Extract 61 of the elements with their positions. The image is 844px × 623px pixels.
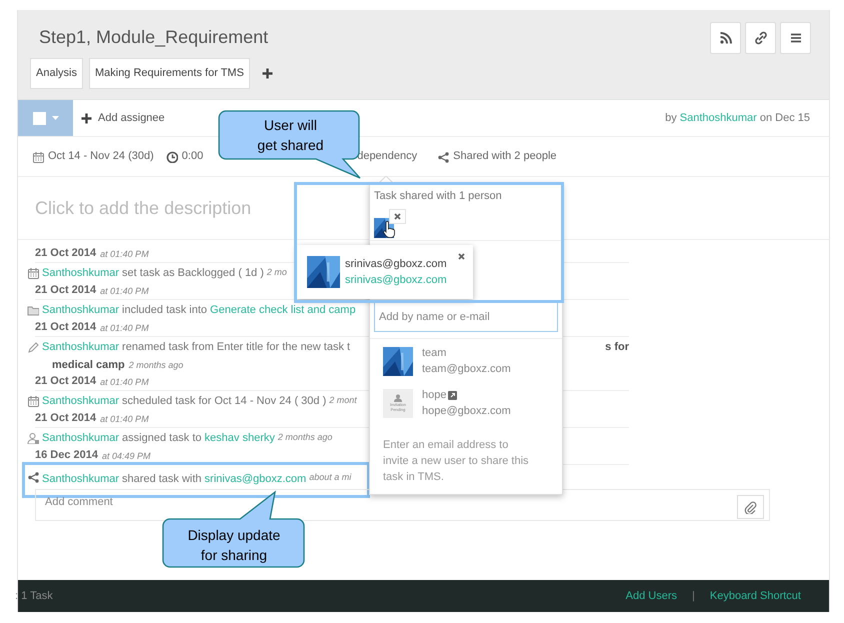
date-range-button[interactable]: Oct 14 - Nov 24 (30d) [32,148,154,165]
activity-link[interactable]: keshav sherky [204,430,275,446]
user-link[interactable]: Santhoshkumar [42,338,120,356]
suggestion-name: hope [422,388,446,403]
dependency-button[interactable]: dependency [357,148,418,165]
suggestion-name: team [422,346,446,361]
author-link[interactable]: Santhoshkumar [680,110,757,126]
tag[interactable]: Analysis [30,58,83,88]
user-link[interactable]: Santhoshkumar [42,392,120,410]
add-assignee-button[interactable]: Add assignee [81,110,165,126]
activity-link[interactable]: srinivas@gboxz.com [204,471,306,488]
activity-time: at 01:40 PM [100,322,149,334]
user-link[interactable]: Santhoshkumar [42,302,120,318]
activity-time: at 04:49 PM [102,450,151,462]
activity-text: renamed task from Enter title for the new task t [122,340,350,355]
description-field[interactable]: Click to add the description [35,194,252,222]
relative-time: about a mi [309,471,352,484]
tag[interactable]: Making Requirements for TMS [88,58,250,88]
invite-hint: Enter an email address to invite a new user to share this task in TMS. [382,438,530,485]
suggestion-email: team@gboxz.com [422,362,511,377]
activity-date: 21 Oct 2014 [35,374,96,388]
date-text: on Dec 15 [760,110,810,126]
share-heading: Task shared with 1 person [374,189,503,204]
relative-time: 2 months ago [278,431,332,444]
user-link[interactable]: Santhoshkumar [42,471,120,488]
activity-time: at 01:40 PM [100,248,149,260]
search-field[interactable]: Add by name or e-mail [374,301,558,332]
relative-time: 2 months ago [128,358,184,372]
activity-time: at 01:40 PM [100,284,149,298]
activity-date: 21 Oct 2014 [35,320,96,334]
activity-date: 21 Oct 2014 [35,282,96,298]
footer-link[interactable]: Add Users [626,588,678,604]
activity-date: 16 Dec 2014 [35,448,98,462]
task-count: : 1 Task [15,588,53,604]
relative-time: 2 mo [266,266,287,280]
user-link[interactable]: Santhoshkumar [42,430,120,446]
activity-link[interactable]: Generate check list and camp [210,302,356,318]
user-email[interactable]: srinivas@gboxz.com [345,272,447,288]
suggestion-item[interactable]: team team@gboxz.com [383,345,549,377]
activity-date: 21 Oct 2014 [35,246,96,260]
byline-text: by [665,110,677,126]
activity-text: set task as Backlogged ( 1d ) [122,266,264,281]
suggestion-email: hope@gboxz.com [422,404,511,419]
separator-text: | [692,588,695,604]
user-link[interactable]: Santhoshkumar [42,264,120,282]
activity-text: scheduled task for Oct 14 - Nov 24 ( 30d ) [122,394,326,409]
task-name: medical camp [52,358,125,374]
relative-time: 2 mont [329,394,357,408]
activity-time: at 01:40 PM [100,376,149,388]
callout: Display update for sharing [162,490,306,570]
task-name: s for [605,340,629,355]
time-button[interactable]: 0:00 [166,148,204,165]
shared-button[interactable]: Shared with 2 people [437,148,557,165]
activity-time: at 01:40 PM [100,412,149,426]
user-name: srinivas@gboxz.com [345,257,447,272]
task-title: Step1, Module_Requirement [38,26,270,49]
footer-link[interactable]: Keyboard Shortcut [710,588,801,604]
activity-text: assigned task to [122,430,202,446]
activity-text: shared task with [122,472,202,487]
activity-text: included task into [122,302,208,318]
activity-date: 21 Oct 2014 [35,410,96,426]
